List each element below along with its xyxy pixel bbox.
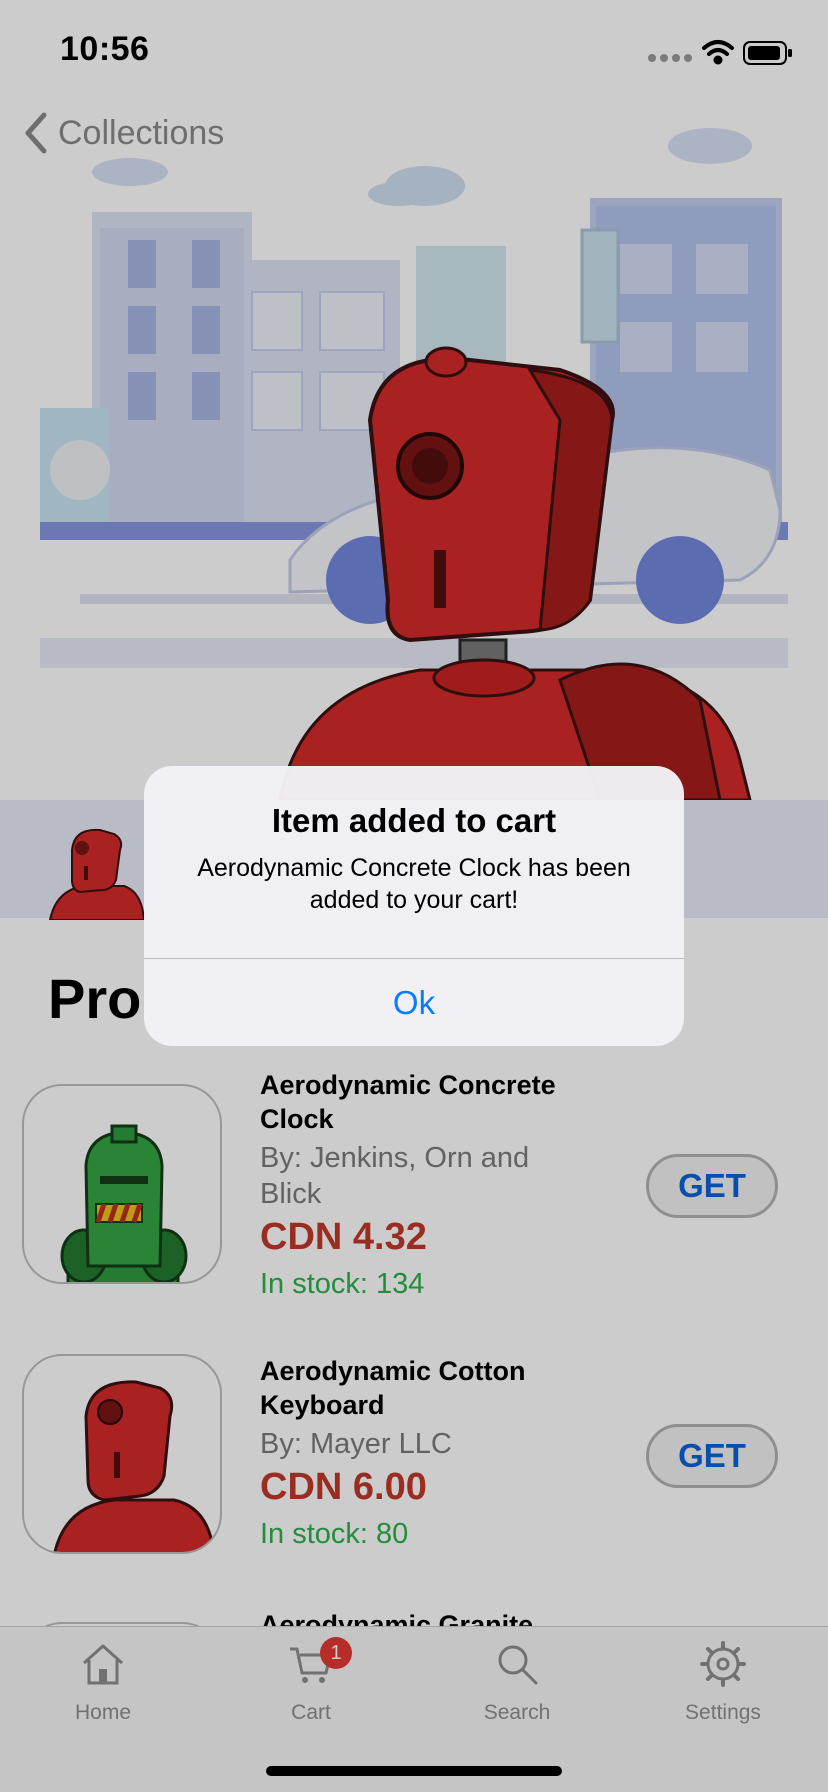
product-collection-screen: 10:56 Collections Pro Aerodynamic Concre… [0,0,828,1792]
alert-message: Aerodynamic Concrete Clock has been adde… [197,854,631,914]
home-indicator[interactable] [266,1766,562,1776]
ok-button[interactable]: Ok [144,959,684,1046]
alert-title: Item added to cart [271,802,557,839]
alert-dialog: Item added to cart Aerodynamic Concrete … [144,766,684,1046]
